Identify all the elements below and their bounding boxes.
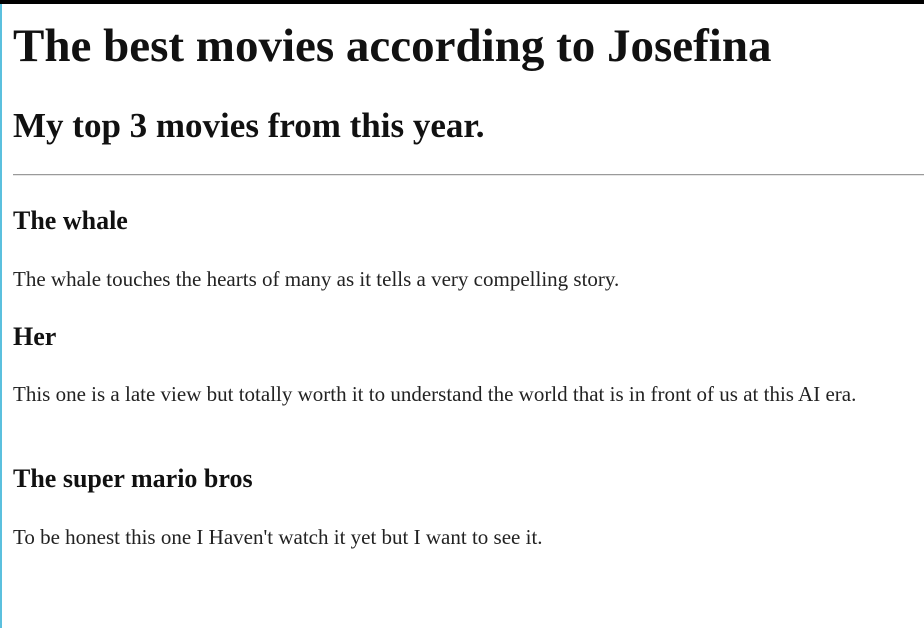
movie-title-the-whale: The whale — [13, 206, 128, 235]
movie-description-the-whale: The whale touches the hearts of many as … — [13, 267, 620, 291]
movie-description-her: This one is a late view but totally wort… — [13, 382, 857, 406]
movie-title-super-mario-bros: The super mario bros — [13, 464, 253, 493]
divider — [13, 174, 924, 176]
left-border — [0, 4, 2, 628]
movie-description-super-mario-bros: To be honest this one I Haven't watch it… — [13, 525, 543, 549]
page-subtitle: My top 3 movies from this year. — [13, 106, 485, 145]
top-border — [0, 0, 924, 4]
movie-title-her: Her — [13, 322, 57, 351]
page-title: The best movies according to Josefina — [13, 20, 772, 72]
